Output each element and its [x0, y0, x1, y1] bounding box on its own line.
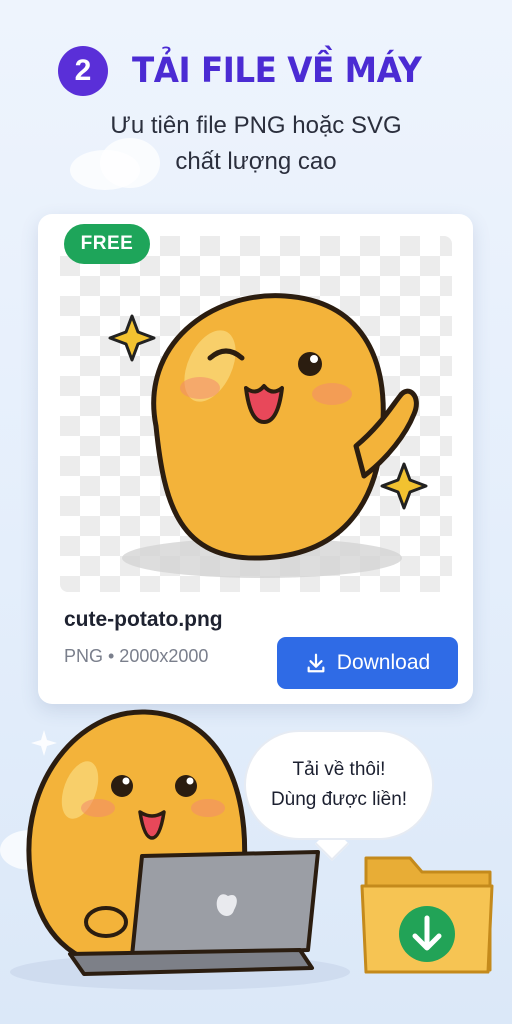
step-header: 2 TẢI FILE VỀ MÁY: [0, 40, 512, 100]
folder-download-icon: [360, 856, 494, 974]
file-card: FREE cute-potato.png PNG • 2000x2000 Dow…: [38, 214, 473, 704]
subtitle-line: chất lượng cao: [175, 148, 337, 175]
potato-sticker-illustration: [108, 293, 428, 578]
download-button[interactable]: Download: [277, 637, 458, 689]
subtitle-line: Ưu tiên file PNG hoặc SVG: [110, 112, 402, 139]
sparkle-icon: [380, 462, 428, 510]
speech-bubble: Tải về thôi! Dùng được liền!: [244, 730, 434, 840]
subtitle: Ưu tiên file PNG hoặc SVG chất lượng cao: [0, 108, 512, 180]
speech-bubble-line: Tải về thôi!: [292, 759, 386, 780]
download-icon: [307, 653, 325, 673]
file-meta: PNG • 2000x2000: [64, 646, 209, 666]
free-badge: FREE: [64, 224, 150, 264]
speech-bubble-line: Dùng được liền!: [270, 789, 408, 810]
step-number-badge: 2: [58, 46, 108, 96]
download-button-label: Download: [336, 651, 431, 674]
image-preview[interactable]: [60, 236, 452, 592]
step-title: TẢI FILE VỀ MÁY: [132, 51, 422, 91]
sparkle-icon: [108, 314, 156, 362]
file-name: cute-potato.png: [64, 608, 223, 631]
